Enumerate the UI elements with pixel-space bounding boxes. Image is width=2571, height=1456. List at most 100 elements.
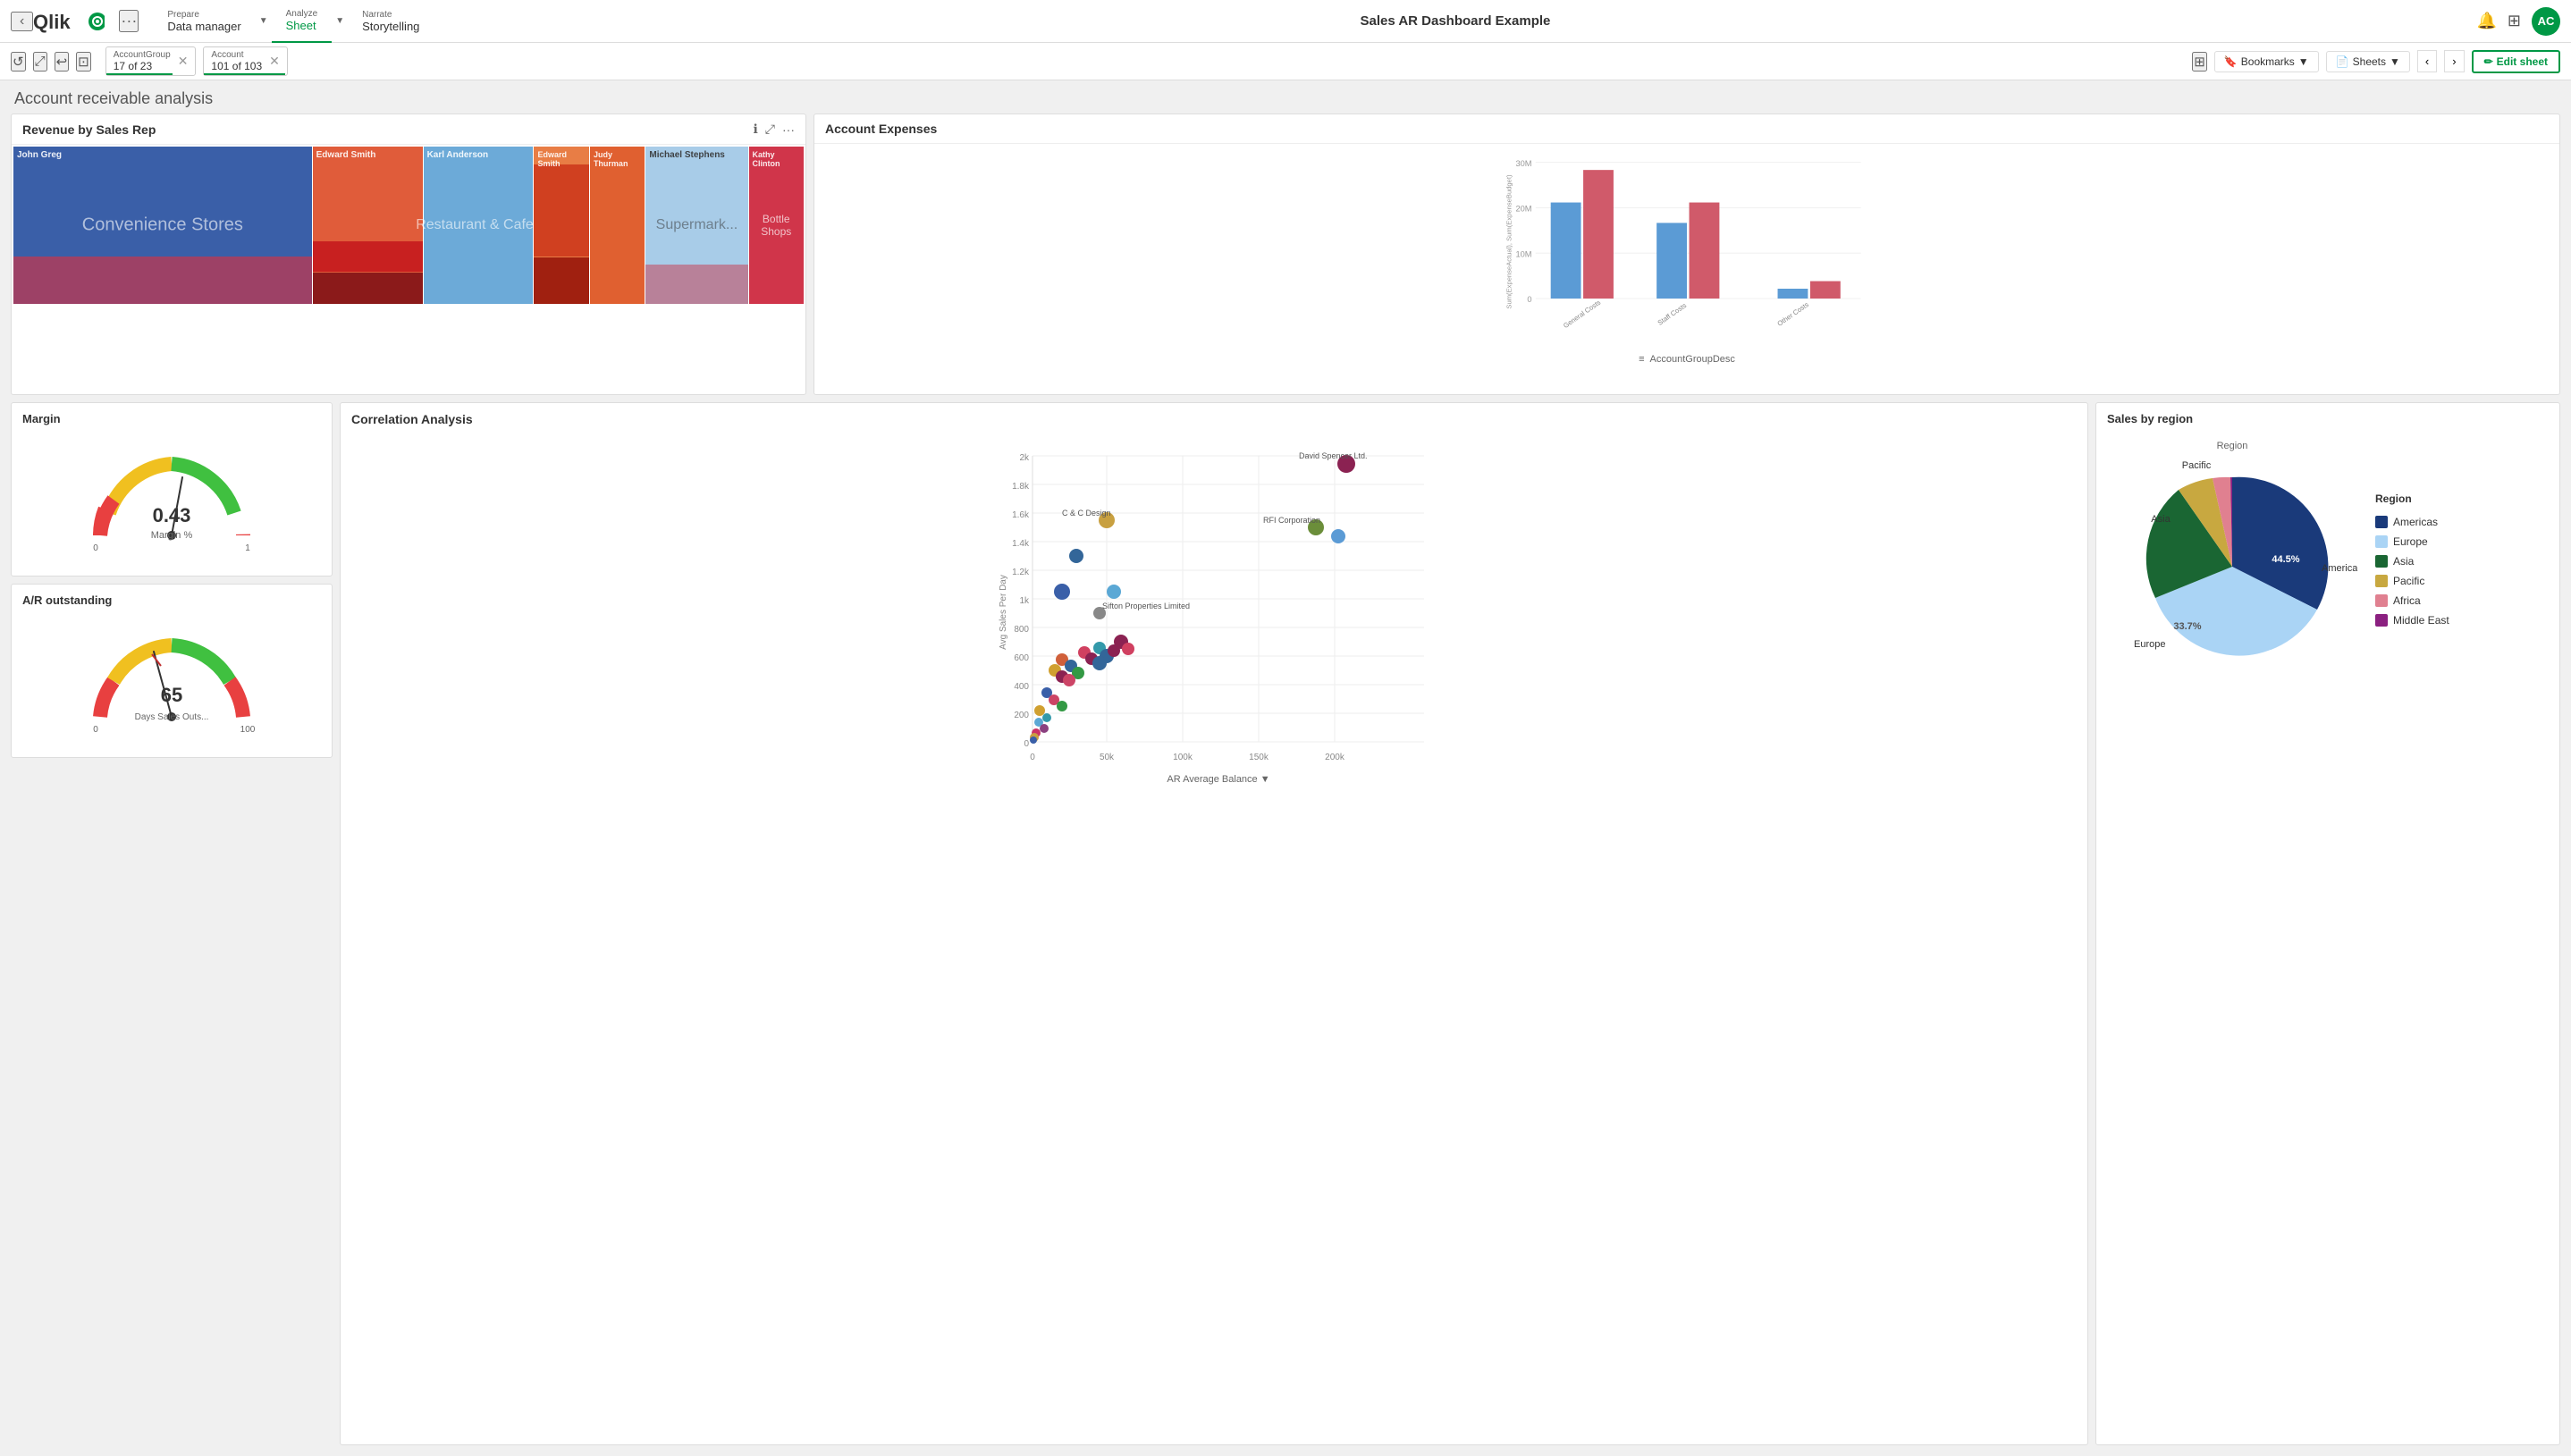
legend-europe[interactable]: Europe xyxy=(2375,535,2449,548)
scatter-point[interactable] xyxy=(1042,713,1051,722)
svg-text:50k: 50k xyxy=(1100,753,1115,762)
svg-text:150k: 150k xyxy=(1249,753,1269,762)
filter-chip-accountgroup[interactable]: AccountGroup 17 of 23 ✕ xyxy=(105,46,197,76)
prev-sheet-btn[interactable]: ‹ xyxy=(2417,50,2437,72)
revenue-expand-btn[interactable]: ⤢ xyxy=(765,122,775,137)
avatar[interactable]: AC xyxy=(2532,7,2560,36)
correlation-chart: Correlation Analysis Avg Sales Per Day 2… xyxy=(340,402,2088,1445)
svg-text:1: 1 xyxy=(245,543,250,553)
accountgroup-close[interactable]: ✕ xyxy=(178,54,189,69)
svg-text:RFI Corporation: RFI Corporation xyxy=(1263,516,1320,525)
filter-back-btn[interactable]: ↺ xyxy=(11,52,26,72)
svg-text:1.2k: 1.2k xyxy=(1012,568,1030,577)
back-button[interactable]: ‹ xyxy=(11,12,33,31)
analyze-dropdown[interactable]: ▼ xyxy=(332,0,348,43)
nav-narrate[interactable]: Narrate Storytelling xyxy=(348,0,434,43)
legend-americas[interactable]: Americas xyxy=(2375,516,2449,528)
revenue-chart: Revenue by Sales Rep ℹ ⤢ ··· John Greg C… xyxy=(11,114,806,395)
treemap-michael-stephens[interactable]: Michael Stephens Supermark... xyxy=(645,147,747,304)
prepare-dropdown[interactable]: ▼ xyxy=(256,0,272,43)
more-options-button[interactable]: ··· xyxy=(119,10,139,32)
ar-outstanding-widget: A/R outstanding xyxy=(11,584,333,758)
svg-text:44.5%: 44.5% xyxy=(2272,554,2299,565)
scatter-point[interactable] xyxy=(1054,584,1070,600)
accountgroup-value: 17 of 23 xyxy=(114,60,171,72)
scatter-point[interactable] xyxy=(1030,736,1037,744)
app-title: Sales AR Dashboard Example xyxy=(434,13,2476,29)
scatter-point[interactable] xyxy=(1331,529,1345,543)
treemap-subcell xyxy=(13,257,312,304)
layout-icon[interactable]: ⊞ xyxy=(2192,52,2207,72)
account-expenses-title: Account Expenses xyxy=(825,122,2549,136)
filter-snapshot-btn[interactable]: ⊡ xyxy=(76,52,91,72)
svg-text:AR Average Balance ▼: AR Average Balance ▼ xyxy=(1167,774,1269,785)
page-title: Account receivable analysis xyxy=(0,80,2571,114)
treemap-karl-anderson[interactable]: Karl Anderson Restaurant & Cafes xyxy=(424,147,534,304)
scatter-point[interactable] xyxy=(1034,705,1045,716)
treemap-john-greg[interactable]: John Greg Convenience Stores xyxy=(13,147,312,304)
bar-other-budget[interactable] xyxy=(1810,282,1841,299)
legend-africa[interactable]: Africa xyxy=(2375,594,2449,607)
revenue-menu-btn[interactable]: ··· xyxy=(782,122,795,137)
legend-pacific[interactable]: Pacific xyxy=(2375,575,2449,587)
africa-label: Africa xyxy=(2393,594,2421,607)
bookmarks-btn[interactable]: 🔖 Bookmarks ▼ xyxy=(2214,51,2319,72)
scatter-point[interactable] xyxy=(1069,549,1083,563)
narrate-label: Narrate xyxy=(362,10,419,20)
nav-group: Prepare Data manager ▼ Analyze Sheet ▼ N… xyxy=(153,0,434,43)
grid-icon[interactable]: ⊞ xyxy=(2508,12,2521,30)
bar-staff-budget[interactable] xyxy=(1690,203,1720,299)
next-sheet-btn[interactable]: › xyxy=(2444,50,2464,72)
bar-general-actual[interactable] xyxy=(1551,203,1581,299)
edit-sheet-btn[interactable]: ✏ Edit sheet xyxy=(2472,50,2560,73)
nav-prepare[interactable]: Prepare Data manager xyxy=(153,0,255,43)
bell-icon[interactable]: 🔔 xyxy=(2476,12,2496,30)
svg-text:Asia: Asia xyxy=(2151,514,2171,525)
account-progress xyxy=(204,73,285,75)
svg-text:200k: 200k xyxy=(1325,753,1345,762)
sheets-btn[interactable]: 📄 Sheets ▼ xyxy=(2326,51,2410,72)
margin-title: Margin xyxy=(22,412,321,425)
scatter-point[interactable] xyxy=(1057,701,1067,711)
scatter-point[interactable] xyxy=(1107,585,1121,599)
legend-asia[interactable]: Asia xyxy=(2375,555,2449,568)
scatter-point[interactable] xyxy=(1040,724,1049,733)
account-close[interactable]: ✕ xyxy=(269,54,280,69)
bottom-row: Margin 0.43 Margin % xyxy=(11,402,2560,1445)
svg-text:200: 200 xyxy=(1014,711,1029,720)
scatter-container: Avg Sales Per Day 2k 1.8k 1.6k 1.4k 1.2k… xyxy=(351,433,2077,794)
top-nav: ‹ Qlik ··· Prepare Data manager ▼ Analyz… xyxy=(0,0,2571,43)
account-value: 101 of 103 xyxy=(211,60,262,72)
treemap-edward-smith2[interactable]: Edward Smith xyxy=(534,147,588,304)
bar-general-budget[interactable] xyxy=(1583,170,1614,299)
bar-other-actual[interactable] xyxy=(1778,289,1808,299)
legend-region-label: Region xyxy=(2375,492,2449,505)
svg-text:0: 0 xyxy=(93,543,98,553)
filter-expand-btn[interactable]: ⤢ xyxy=(33,52,47,72)
svg-text:2k: 2k xyxy=(1019,453,1030,463)
treemap-judy-thurman[interactable]: Judy Thurman xyxy=(590,147,645,304)
revenue-info-btn[interactable]: ℹ xyxy=(753,122,757,137)
treemap-kathy-clinton[interactable]: Kathy Clinton Bottle Shops xyxy=(749,147,804,304)
treemap-restaurant-label: Restaurant & Cafes xyxy=(416,217,541,233)
scatter-point[interactable] xyxy=(1092,656,1107,670)
scatter-point[interactable] xyxy=(1122,643,1134,655)
analyze-label: Analyze xyxy=(286,9,318,19)
analyze-value: Sheet xyxy=(286,19,318,32)
filter-chip-account[interactable]: Account 101 of 103 ✕ xyxy=(203,46,287,76)
bar-chart-area: 30M 20M 10M 0 Sum(ExpenseActual), Sum(Ex… xyxy=(814,144,2559,394)
svg-text:800: 800 xyxy=(1014,625,1029,635)
bar-staff-actual[interactable] xyxy=(1656,223,1687,299)
treemap-edward-smith[interactable]: Edward Smith xyxy=(313,147,423,304)
filter-undo-btn[interactable]: ↩ xyxy=(55,52,70,72)
treemap-container: John Greg Convenience Stores Edward Smit… xyxy=(12,145,805,306)
legend-middle-east[interactable]: Middle East xyxy=(2375,614,2449,627)
nav-analyze[interactable]: Analyze Sheet xyxy=(272,0,333,43)
margin-widget: Margin 0.43 Margin % xyxy=(11,402,333,577)
svg-text:600: 600 xyxy=(1014,653,1029,663)
scatter-point[interactable] xyxy=(1063,674,1075,686)
svg-text:100: 100 xyxy=(240,725,256,735)
sheets-chevron: ▼ xyxy=(2390,55,2400,68)
svg-text:Europe: Europe xyxy=(2134,639,2165,650)
svg-text:400: 400 xyxy=(1014,682,1029,692)
